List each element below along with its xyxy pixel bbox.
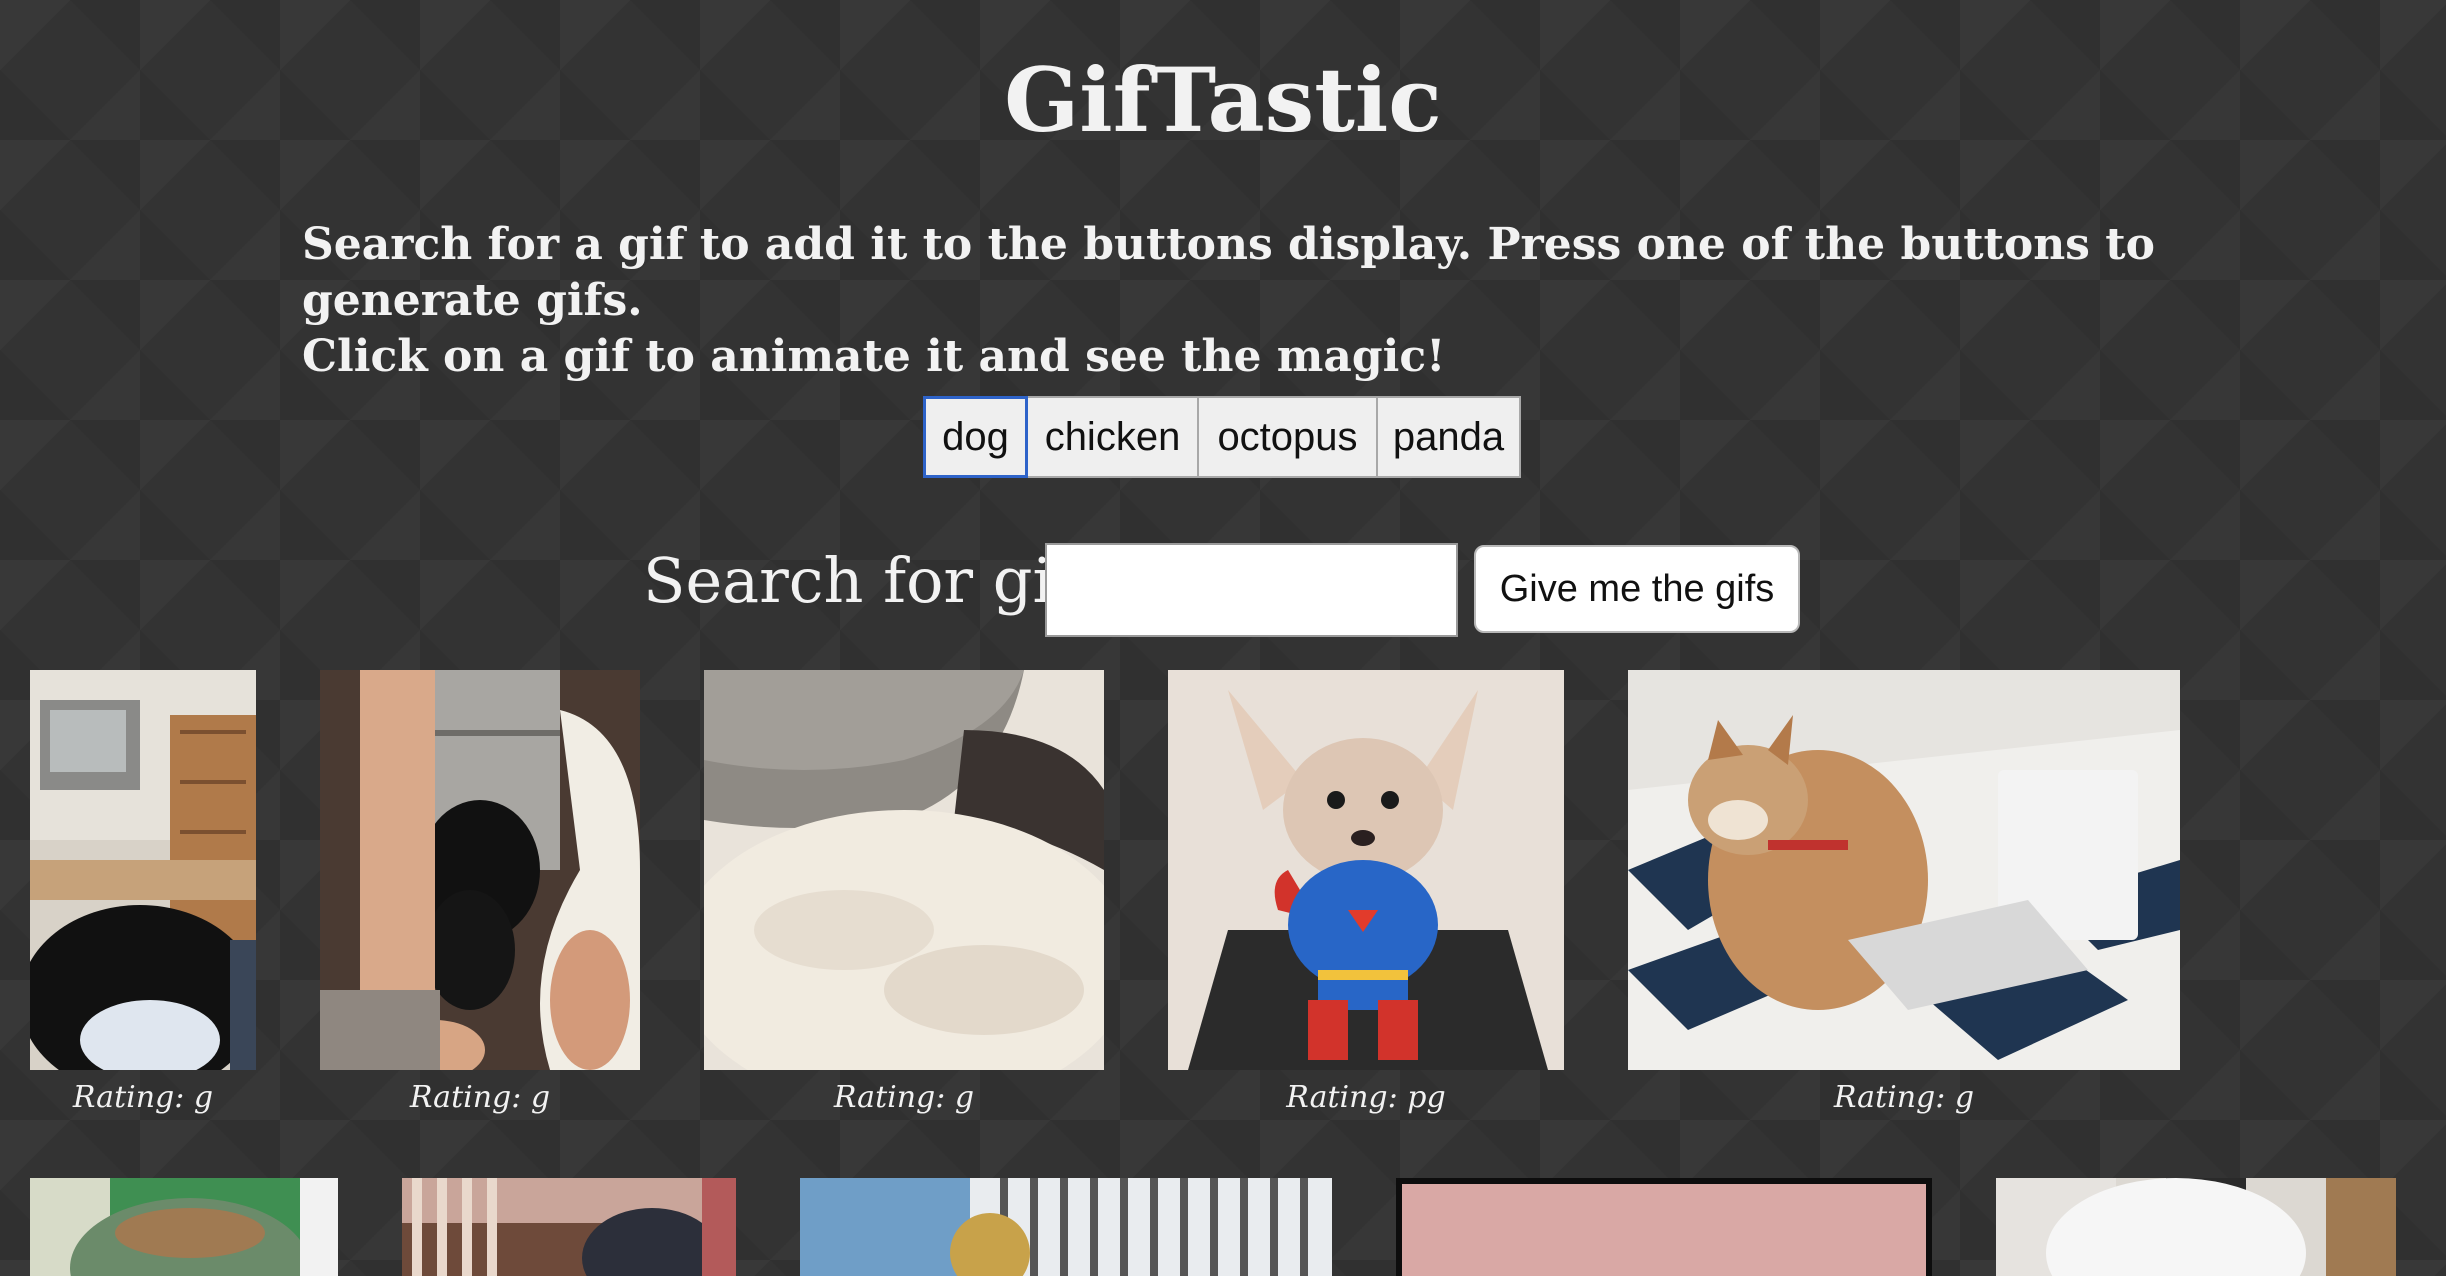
gif-card: Rating: g [704, 670, 1104, 1120]
gif-image-dog-railing[interactable] [402, 1178, 736, 1276]
gif-image-dog-toy-blinds[interactable] [800, 1178, 1332, 1276]
topic-buttons: dog chicken octopus panda [923, 396, 1521, 478]
gif-card [1396, 1178, 1932, 1276]
topic-button-chicken[interactable]: chicken [1026, 396, 1199, 478]
gif-card: Rating: pg [1168, 670, 1564, 1120]
topic-button-octopus[interactable]: octopus [1197, 396, 1378, 478]
topic-button-panda[interactable]: panda [1376, 396, 1521, 478]
gif-image-shiba-laptop[interactable] [1628, 670, 2180, 1070]
gif-image-dog-pink[interactable] [1396, 1178, 1932, 1276]
gif-rating: Rating: g [72, 1080, 214, 1115]
gif-card [30, 1178, 338, 1276]
gif-rating: Rating: g [833, 1080, 975, 1115]
page-title: GifTastic [1004, 48, 1442, 152]
gif-image-dog-hat[interactable] [30, 1178, 338, 1276]
gif-image-fluffy-dog[interactable] [704, 670, 1104, 1070]
gif-card [1996, 1178, 2396, 1276]
gif-rating: Rating: pg [1286, 1080, 1446, 1115]
gif-rating: Rating: g [409, 1080, 551, 1115]
gif-card: Rating: g [30, 670, 256, 1120]
gif-image-black-dog[interactable] [320, 670, 640, 1070]
gif-card: Rating: g [320, 670, 640, 1120]
search-label: Search for gifs [643, 544, 1108, 617]
instructions-line-1: Search for a gif to add it to the button… [302, 219, 2155, 326]
topic-button-dog[interactable]: dog [923, 396, 1028, 478]
gif-card [402, 1178, 736, 1276]
gif-rating: Rating: g [1833, 1080, 1975, 1115]
gif-card [800, 1178, 1332, 1276]
submit-button[interactable]: Give me the gifs [1474, 545, 1800, 633]
search-input[interactable] [1045, 543, 1458, 637]
gif-image-white-dog[interactable] [1996, 1178, 2396, 1276]
gif-image-superman-chihuahua[interactable] [1168, 670, 1564, 1070]
gif-image-puppy[interactable] [30, 670, 256, 1070]
instructions: Search for a gif to add it to the button… [302, 217, 2202, 385]
gif-card: Rating: g [1628, 670, 2180, 1120]
instructions-line-2: Click on a gif to animate it and see the… [302, 331, 1446, 382]
